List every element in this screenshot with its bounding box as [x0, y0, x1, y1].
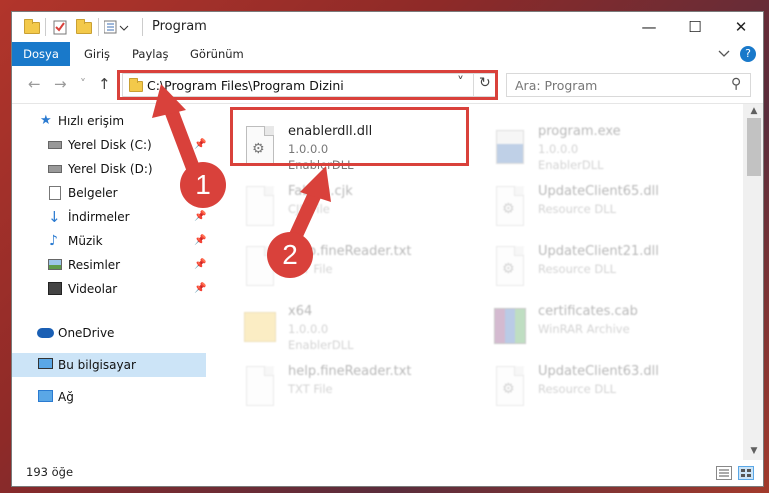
step-1-badge: 1	[180, 162, 226, 208]
arrow-step-2	[285, 166, 331, 251]
step-2-badge: 2	[267, 232, 313, 278]
annotation-arrows	[152, 84, 331, 251]
arrow-step-1	[152, 84, 203, 183]
